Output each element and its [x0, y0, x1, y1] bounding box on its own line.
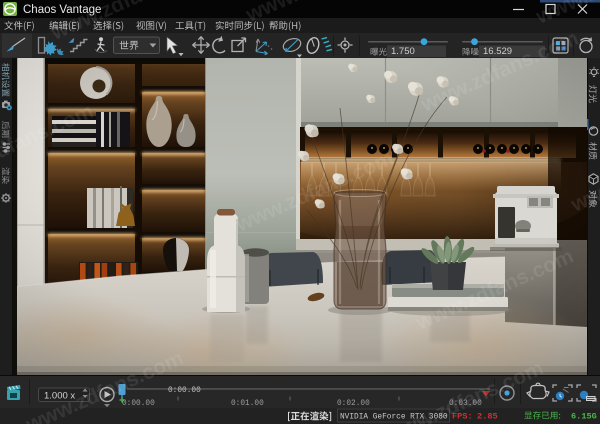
svg-text:0:02.00: 0:02.00 — [337, 400, 370, 408]
svg-text:2.85: 2.85 — [477, 412, 498, 422]
svg-text:NVIDIA GeForce RTX 3080: NVIDIA GeForce RTX 3080 — [340, 414, 448, 422]
svg-text:0:01.00: 0:01.00 — [231, 400, 264, 408]
svg-text:0:00.00: 0:00.00 — [168, 387, 201, 395]
svg-text:1.750: 1.750 — [391, 46, 415, 57]
svg-text:FPS:: FPS: — [452, 412, 473, 422]
svg-text:Chaos Vantage: Chaos Vantage — [23, 4, 101, 16]
svg-text:1.000 x: 1.000 x — [44, 391, 75, 402]
svg-text:0:03.00: 0:03.00 — [449, 400, 482, 408]
svg-text:16.529: 16.529 — [483, 46, 512, 57]
svg-text:6.15G: 6.15G — [571, 412, 597, 422]
svg-text:0:00.00: 0:00.00 — [122, 400, 155, 408]
